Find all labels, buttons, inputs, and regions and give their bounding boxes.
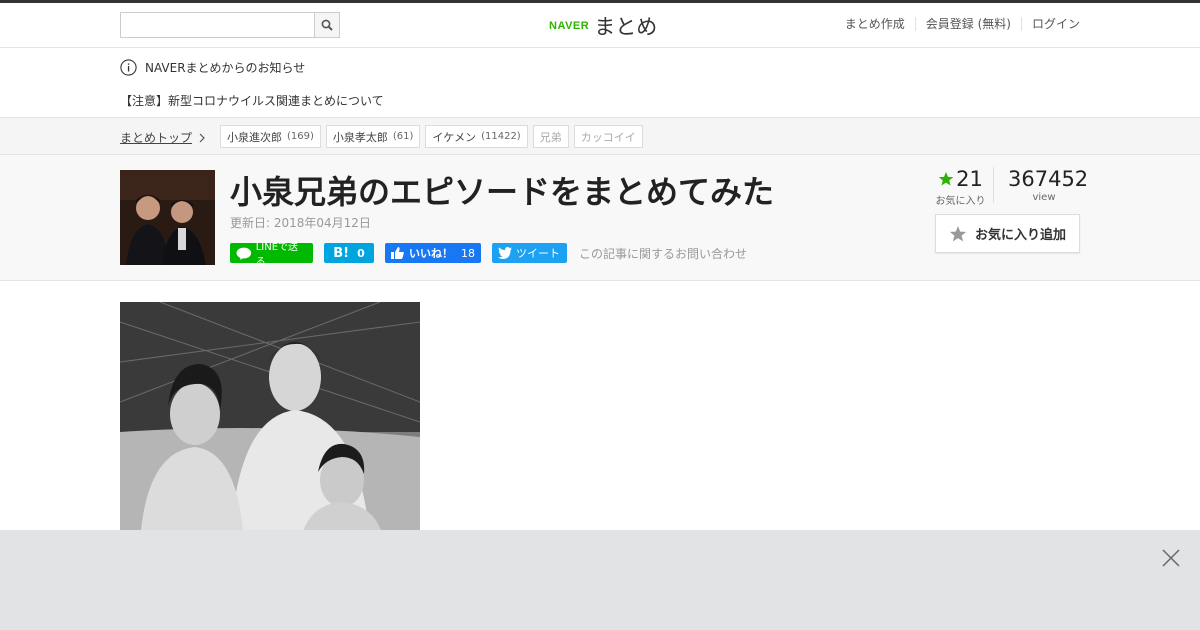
close-icon[interactable] [1162, 549, 1180, 567]
article-header: 小泉兄弟のエピソードをまとめてみた 更新日: 2018年04月12日 LINEで… [0, 155, 1200, 281]
line-share-label: LINEで送る [255, 242, 299, 268]
breadcrumb[interactable]: まとめトップ [120, 129, 206, 146]
notice-heading-text: NAVERまとめからのお知らせ [145, 61, 306, 75]
add-favorite-label: お気に入り追加 [974, 228, 1066, 243]
article-title: 小泉兄弟のエピソードをまとめてみた [230, 173, 775, 211]
tag-count: (169) [287, 131, 314, 142]
article-thumbnail [120, 170, 215, 265]
ad-overlay-bar [0, 530, 1200, 630]
hatena-icon: B! [333, 245, 350, 261]
facebook-like-count: 18 [461, 246, 475, 260]
thumbs-up-icon [391, 247, 404, 259]
tag-count: (61) [392, 131, 414, 142]
line-icon [236, 247, 252, 260]
twitter-bird-icon [498, 247, 512, 259]
star-icon [949, 225, 967, 241]
tag-item[interactable]: カッコイイ [573, 125, 643, 148]
info-icon [120, 59, 137, 76]
breadcrumb-top-link[interactable]: まとめトップ [120, 129, 192, 146]
tag-count: (11422) [481, 131, 521, 142]
article-updated-date: 更新日: 2018年04月12日 [230, 216, 371, 230]
search-button[interactable] [314, 13, 339, 37]
green-star-icon [938, 172, 954, 186]
site-header: NAVER まとめ まとめ作成 会員登録 (無料) ログイン [0, 3, 1200, 48]
nav-login-link[interactable]: ログイン [1020, 17, 1080, 31]
hatena-bookmark-button[interactable]: B! 0 [324, 243, 374, 263]
nav-create-link[interactable]: まとめ作成 [835, 17, 915, 31]
tag-item[interactable]: 小泉進次郎 (169) [220, 125, 321, 148]
search-box [120, 12, 340, 38]
favorite-count: 21 [956, 167, 983, 191]
favorite-stat: 21 お気に入り [928, 167, 994, 207]
share-buttons: LINEで送る B! 0 いいね！ 18 ツイート この記事に関するお問い合わせ [230, 242, 747, 268]
facebook-like-button[interactable]: いいね！ 18 [385, 243, 481, 263]
tag-item[interactable]: 小泉孝太郎 (61) [325, 125, 421, 148]
tag-bar: まとめトップ 小泉進次郎 (169) 小泉孝太郎 (61) イケメン (11422) … [0, 118, 1200, 155]
tag-item[interactable]: イケメン (11422) [425, 125, 528, 148]
tag-name: イケメン [432, 130, 477, 144]
tag-name: 兄弟 [539, 130, 562, 144]
nav-register-link[interactable]: 会員登録 (無料) [914, 17, 1021, 31]
header-nav: まとめ作成 会員登録 (無料) ログイン [835, 17, 1080, 31]
search-input[interactable] [121, 13, 314, 37]
notice-area: NAVERまとめからのお知らせ 【注意】新型コロナウイルス関連まとめについて [0, 48, 1200, 118]
notice-heading: NAVERまとめからのお知らせ [120, 59, 305, 76]
view-label: view [1032, 192, 1056, 203]
notice-link[interactable]: 【注意】新型コロナウイルス関連まとめについて [120, 92, 384, 109]
logo-name: まとめ [594, 15, 658, 39]
hatena-count: 0 [357, 246, 365, 260]
view-stat: 367452 view [994, 167, 1089, 203]
article-stats: 21 お気に入り 367452 view [928, 167, 1089, 207]
view-count: 367452 [1008, 167, 1089, 191]
search-icon [321, 19, 333, 31]
tweet-label: ツイート [516, 247, 560, 260]
tag-name: カッコイイ [580, 130, 636, 144]
site-logo[interactable]: NAVER まとめ [549, 11, 657, 41]
tag-list: 小泉進次郎 (169) 小泉孝太郎 (61) イケメン (11422) 兄弟 カッコイ… [220, 125, 648, 148]
favorite-label: お気に入り [935, 196, 986, 207]
contact-link[interactable]: この記事に関するお問い合わせ [579, 245, 747, 262]
tag-item[interactable]: 兄弟 [532, 125, 569, 148]
tag-name: 小泉進次郎 [227, 130, 282, 144]
logo-brand: NAVER [549, 20, 590, 32]
facebook-like-label: いいね！ [409, 247, 453, 260]
add-favorite-button[interactable]: お気に入り追加 [935, 214, 1080, 253]
chevron-right-icon [199, 133, 205, 142]
tweet-button[interactable]: ツイート [492, 243, 567, 263]
tag-name: 小泉孝太郎 [332, 130, 388, 144]
article-main-photo [120, 302, 420, 542]
line-share-button[interactable]: LINEで送る [230, 242, 313, 268]
